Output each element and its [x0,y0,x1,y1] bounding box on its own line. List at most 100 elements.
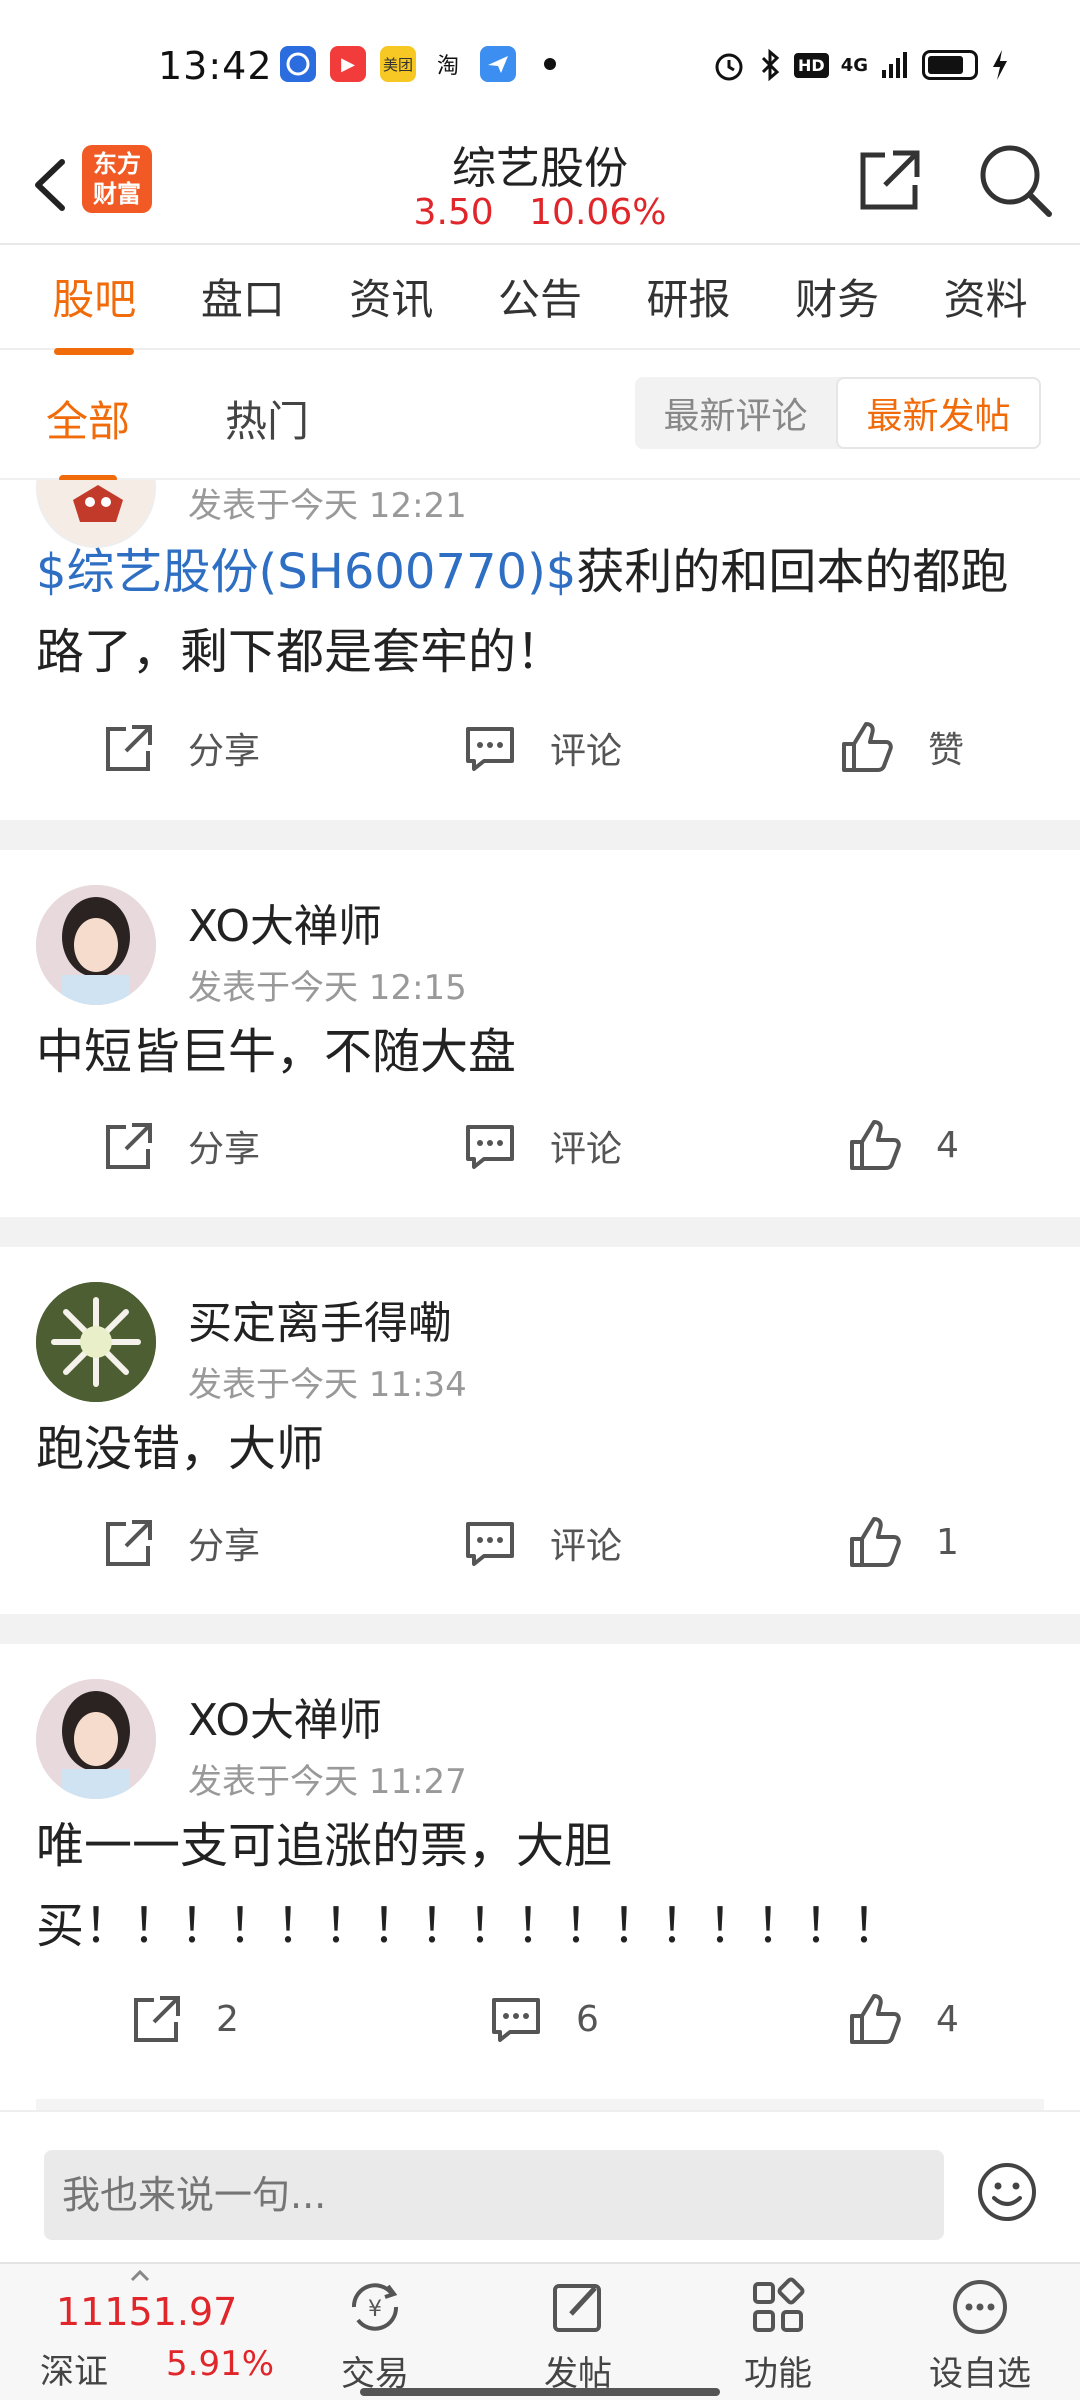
comment-icon [466,1522,514,1566]
baidu-icon [280,46,316,82]
stock-mention-link[interactable]: $综艺股份(SH600770)$ [36,544,576,600]
filter-bar: 全部 热门 最新评论 最新发帖 [0,350,1080,480]
post-content: $综艺股份(SH600770)$获利的和回本的都跑 路了，剩下都是套牢的！ [36,544,1009,680]
share-button[interactable]: 分享 [104,722,260,774]
comment-button[interactable]: 评论 [464,722,622,774]
comment-icon [466,1125,514,1169]
share-icon [106,1520,152,1566]
post-item[interactable]: XO大禅师 发表于今天 12:15 中短皆巨牛，不随大盘 分享 评论 4 [0,850,1080,1217]
post-actions: 分享 评论 赞 [0,712,1080,792]
post-actions: 2 6 4 [0,1984,1080,2064]
charging-icon [993,50,1007,80]
thumbs-up-icon [842,722,893,772]
tab-research[interactable]: 研报 [637,266,741,327]
like-button[interactable]: 4 [848,1118,959,1172]
thumbs-up-icon [850,1517,901,1567]
eastmoney-logo: 东方 财富 [82,145,152,213]
nav-watchlist[interactable]: 设自选 [910,2274,1050,2400]
share-icon [106,1123,152,1169]
avatar[interactable] [36,1679,156,1799]
search-icon[interactable] [975,140,1055,220]
stock-title: 综艺股份 [452,143,628,194]
post-item[interactable]: 买定离手得嘞 发表于今天 11:34 跑没错，大师 分享 评论 1 [0,1247,1080,1614]
index-change: 5.91% [166,2344,275,2384]
nav-features[interactable]: 功能 [718,2274,838,2400]
post-content: 跑没错，大师 [36,1421,325,1477]
subtab-all[interactable]: 全部 [46,388,130,449]
subtab-hot[interactable]: 热门 [225,388,309,449]
sort-latest-comment[interactable]: 最新评论 [635,377,836,449]
stock-quote: 3.50 10.06% [340,192,740,233]
status-time: 13:42 [158,44,273,88]
taobao-icon: 淘 [430,46,466,82]
post-item[interactable]: 发表于今天 12:21 $综艺股份(SH600770)$获利的和回本的都跑 路了… [0,480,1080,820]
thumbs-up-icon [850,1994,901,2044]
post-content: 中短皆巨牛，不随大盘 [36,1024,517,1080]
index-value: 11151.97 [56,2290,238,2334]
comment-icon [492,1998,540,2042]
post-time: 发表于今天 11:27 [188,1762,467,1802]
edit-icon [553,2284,601,2332]
status-bar: 13:42 ▶ 美团 淘 HD 4G [0,0,1080,130]
post-divider [0,820,1080,850]
nav-post[interactable]: 发帖 [518,2274,638,2400]
plane-icon [480,46,516,82]
tab-pankou[interactable]: 盘口 [191,266,295,327]
share-icon [134,1996,180,2042]
comment-button[interactable]: 评论 [464,1517,622,1569]
like-button[interactable]: 4 [848,1992,959,2046]
tab-finance[interactable]: 财务 [785,266,889,327]
status-app-icons: ▶ 美团 淘 [280,46,556,82]
share-button[interactable]: 2 [132,1994,239,2044]
post-time: 发表于今天 12:15 [188,968,467,1008]
tab-announcements[interactable]: 公告 [488,266,592,327]
post-feed: 发表于今天 12:21 $综艺股份(SH600770)$获利的和回本的都跑 路了… [0,480,1080,2110]
status-right: HD 4G [712,48,1010,82]
comment-bar [0,2110,1080,2260]
comment-button[interactable]: 6 [490,1994,599,2044]
post-divider [36,2099,1044,2110]
comment-icon [466,727,514,771]
meituan-icon: 美团 [380,46,416,82]
sort-latest-post[interactable]: 最新发帖 [836,377,1041,449]
avatar[interactable] [36,885,156,1005]
network-label: 4G [840,54,868,76]
video-icon: ▶ [330,46,366,82]
grid-icon [753,2277,805,2332]
sort-toggle: 最新评论 最新发帖 [635,377,1041,449]
avatar[interactable] [36,1282,156,1402]
emoji-icon[interactable] [975,2160,1039,2224]
tab-profile[interactable]: 资料 [934,266,1038,327]
home-indicator [360,2388,720,2396]
hd-icon: HD [794,52,829,78]
bottom-nav: 11151.97 深证 5.91% ¥ 交易 发帖 功能 设自选 [0,2262,1080,2400]
stock-price: 3.50 [413,192,494,233]
share-icon [106,725,152,771]
like-button[interactable]: 赞 [840,720,964,774]
comment-button[interactable]: 评论 [464,1120,622,1172]
more-icon [953,2280,1007,2334]
post-time: 发表于今天 11:34 [188,1365,467,1405]
post-item[interactable]: XO大禅师 发表于今天 11:27 唯一一支可追涨的票，大胆 买！！！！！！！！… [0,1644,1080,2099]
post-divider [0,1614,1080,1644]
bluetooth-icon [761,48,780,82]
back-arrow-icon[interactable] [20,150,80,220]
trade-icon: ¥ [351,2283,399,2331]
post-actions: 分享 评论 4 [0,1110,1080,1190]
like-button[interactable]: 1 [848,1515,959,1569]
tab-news[interactable]: 资讯 [339,266,443,327]
tab-guba[interactable]: 股吧 [42,266,146,327]
stock-header: 东方 财富 综艺股份 3.50 10.06% [0,130,1080,245]
share-icon[interactable] [855,145,925,215]
post-author[interactable]: XO大禅师 [188,1684,382,1748]
post-author[interactable]: 买定离手得嘞 [188,1287,452,1351]
post-author[interactable]: XO大禅师 [188,890,382,954]
share-button[interactable]: 分享 [104,1120,260,1172]
nav-trade[interactable]: ¥ 交易 [315,2274,435,2400]
signal-icon [882,52,907,78]
index-ticker[interactable]: 11151.97 深证 5.91% [40,2280,280,2400]
share-button[interactable]: 分享 [104,1517,260,1569]
post-actions: 分享 评论 1 [0,1507,1080,1587]
post-divider [0,1217,1080,1247]
comment-input[interactable] [44,2150,944,2240]
